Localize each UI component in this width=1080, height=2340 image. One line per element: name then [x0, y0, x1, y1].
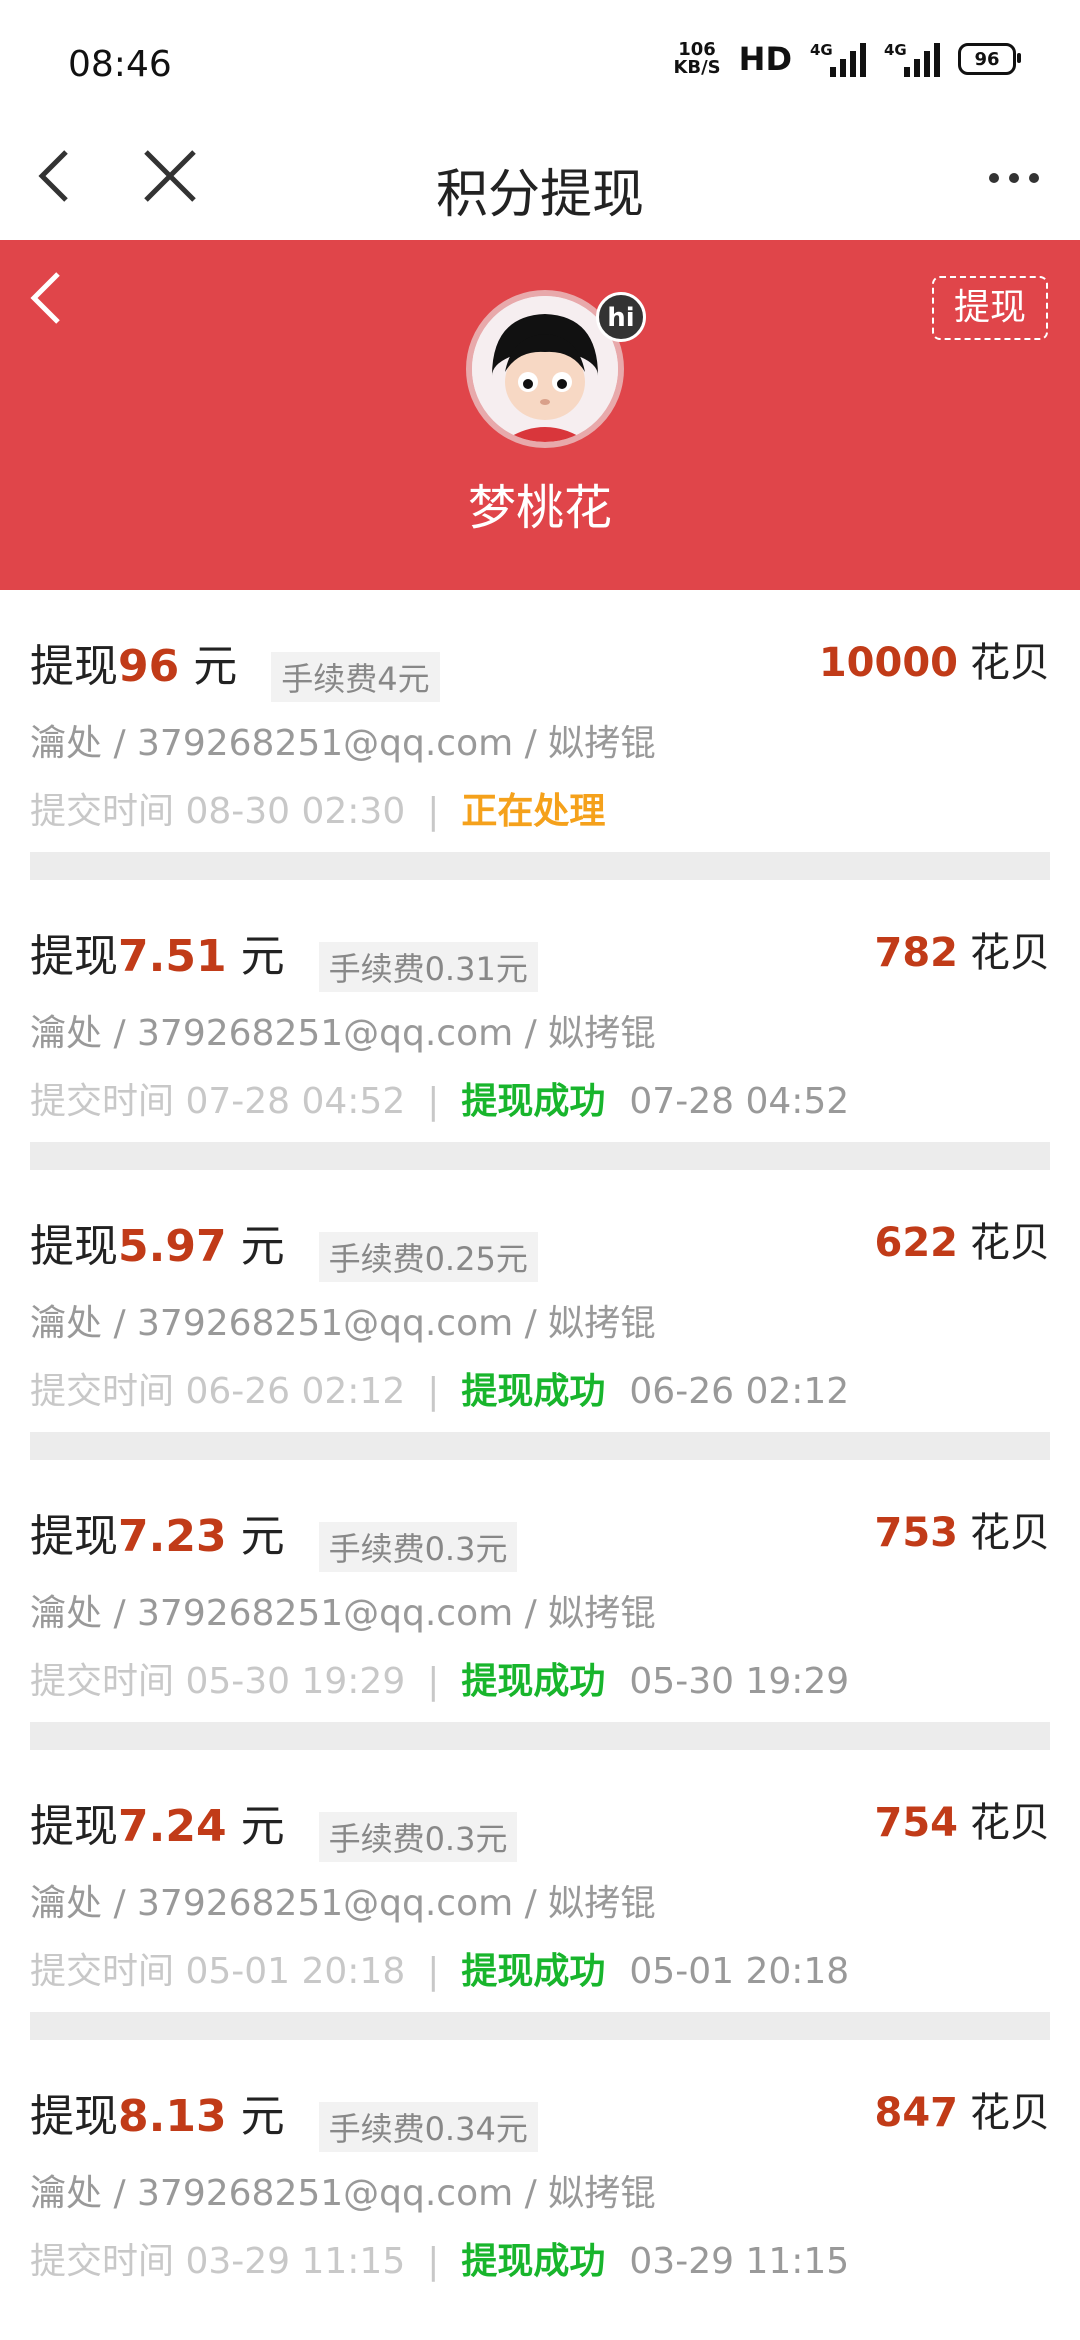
record-amount: 96: [118, 641, 180, 692]
username: 梦桃花: [467, 480, 612, 536]
record-time-row: 提交时间 08-30 02:30 | 正在处理: [30, 791, 606, 832]
points: 782 花贝: [874, 930, 1051, 976]
submit-time: 提交时间 03-29 11:15: [30, 2241, 406, 2282]
nav-bar: 积分提现: [0, 118, 1080, 240]
profile-header: 提现 hi 梦桃花: [0, 240, 1080, 590]
record-time-row: 提交时间 06-26 02:12 | 提现成功 06-26 02:12: [30, 1371, 850, 1412]
submit-time: 提交时间 05-30 19:29: [30, 1661, 406, 1702]
status-badge: 提现成功: [461, 1081, 606, 1122]
status-time: 08:46: [68, 44, 172, 85]
list-item[interactable]: 提现7.51 元手续费0.31元 782 花贝 瀹处 / 379268251@qq.…: [0, 880, 1080, 1170]
withdraw-button[interactable]: 提现: [932, 276, 1048, 340]
record-amount: 7.24: [118, 1801, 227, 1852]
account-info: 瀹处 / 379268251@qq.com / 姒拷锟: [30, 1303, 657, 1344]
network-speed: 106 KB/S: [673, 39, 721, 78]
status-badge: 提现成功: [461, 1371, 606, 1412]
battery-icon: 96: [958, 43, 1021, 75]
fee-tag: 手续费4元: [271, 651, 440, 702]
status-badge: 正在处理: [461, 791, 606, 832]
status-badge: 提现成功: [461, 1661, 606, 1702]
points: 753 花贝: [874, 1510, 1051, 1556]
points: 847 花贝: [874, 2090, 1051, 2136]
list-item[interactable]: 提现96 元手续费4元 10000 花贝 瀹处 / 379268251@qq.com…: [0, 590, 1080, 880]
points: 10000 花贝: [818, 640, 1050, 686]
status-badge: 提现成功: [461, 1951, 606, 1992]
divider: [30, 2012, 1050, 2040]
status-badge: 提现成功: [461, 2241, 606, 2282]
done-time: 05-01 20:18: [629, 1951, 850, 1992]
record-time-row: 提交时间 03-29 11:15 | 提现成功 03-29 11:15: [30, 2241, 850, 2282]
account-info: 瀹处 / 379268251@qq.com / 姒拷锟: [30, 723, 657, 764]
fee-tag: 手续费0.3元: [318, 1521, 518, 1572]
signal-icon-sim2: 4G: [884, 41, 940, 77]
record-unit: 元: [193, 641, 238, 692]
fee-tag: 手续费0.34元: [318, 2101, 538, 2152]
hd-icon: HD: [738, 40, 792, 78]
status-bar: 08:46 106 KB/S HD 4G 4G 96: [0, 0, 1080, 118]
account-info: 瀹处 / 379268251@qq.com / 姒拷锟: [30, 1883, 657, 1924]
list-item[interactable]: 提现5.97 元手续费0.25元 622 花贝 瀹处 / 379268251@qq.…: [0, 1170, 1080, 1460]
record-prefix: 提现: [30, 641, 118, 692]
divider: [30, 1142, 1050, 1170]
record-amount: 5.97: [118, 1221, 227, 1272]
divider: [30, 1432, 1050, 1460]
list-item[interactable]: 提现8.13 元手续费0.34元 847 花贝 瀹处 / 379268251@qq.…: [0, 2040, 1080, 2330]
record-time-row: 提交时间 07-28 04:52 | 提现成功 07-28 04:52: [30, 1081, 850, 1122]
page-title: 积分提现: [435, 165, 644, 225]
status-icons: 106 KB/S HD 4G 4G 96: [673, 39, 1021, 78]
record-amount: 7.23: [118, 1511, 227, 1562]
list-item[interactable]: 提现7.24 元手续费0.3元 754 花贝 瀹处 / 379268251@qq.c…: [0, 1750, 1080, 2040]
account-info: 瀹处 / 379268251@qq.com / 姒拷锟: [30, 1013, 657, 1054]
submit-time: 提交时间 08-30 02:30: [30, 791, 406, 832]
fee-tag: 手续费0.3元: [318, 1811, 518, 1862]
signal-icon-sim1: 4G: [810, 41, 866, 77]
withdraw-record-list: 提现96 元手续费4元 10000 花贝 瀹处 / 379268251@qq.com…: [0, 590, 1080, 2330]
account-info: 瀹处 / 379268251@qq.com / 姒拷锟: [30, 2173, 657, 2214]
divider: [30, 1722, 1050, 1750]
more-icon[interactable]: [984, 148, 1044, 220]
fee-tag: 手续费0.31元: [318, 941, 538, 992]
list-item[interactable]: 提现7.23 元手续费0.3元 753 花贝 瀹处 / 379268251@qq.c…: [0, 1460, 1080, 1750]
fee-tag: 手续费0.25元: [318, 1231, 538, 1282]
record-time-row: 提交时间 05-01 20:18 | 提现成功 05-01 20:18: [30, 1951, 850, 1992]
record-amount: 8.13: [118, 2091, 227, 2142]
points: 622 花贝: [874, 1220, 1051, 1266]
done-time: 06-26 02:12: [629, 1371, 850, 1412]
divider: [30, 852, 1050, 880]
done-time: 05-30 19:29: [629, 1661, 850, 1702]
points: 754 花贝: [874, 1800, 1051, 1846]
hi-badge: hi: [596, 292, 646, 342]
submit-time: 提交时间 07-28 04:52: [30, 1081, 406, 1122]
chevron-left-icon[interactable]: [24, 266, 74, 338]
account-info: 瀹处 / 379268251@qq.com / 姒拷锟: [30, 1593, 657, 1634]
done-time: 07-28 04:52: [629, 1081, 850, 1122]
submit-time: 提交时间 06-26 02:12: [30, 1371, 406, 1412]
record-time-row: 提交时间 05-30 19:29 | 提现成功 05-30 19:29: [30, 1661, 850, 1702]
record-amount: 7.51: [118, 931, 227, 982]
done-time: 03-29 11:15: [629, 2241, 850, 2282]
submit-time: 提交时间 05-01 20:18: [30, 1951, 406, 1992]
